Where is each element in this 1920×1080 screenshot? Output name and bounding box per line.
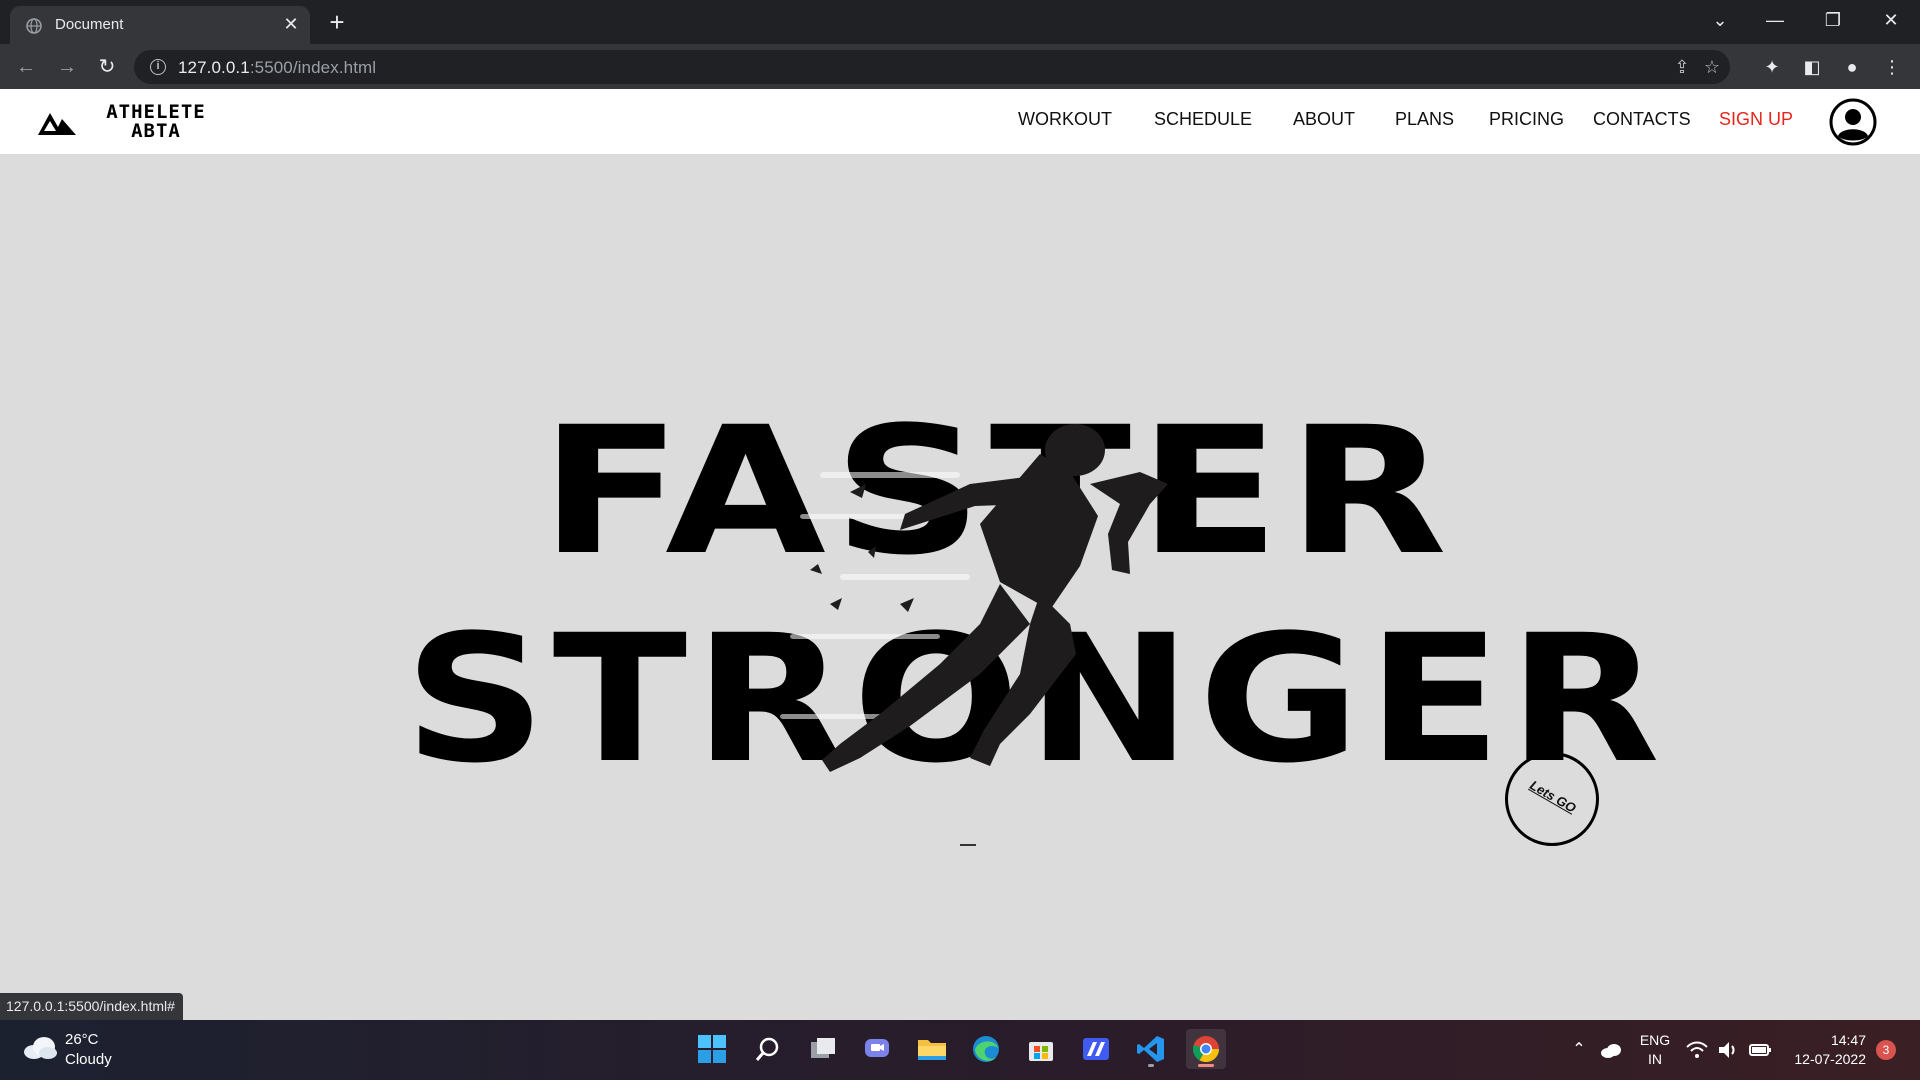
task-view-icon[interactable] (803, 1029, 843, 1069)
clock-time[interactable]: 14:47 (1780, 1032, 1866, 1048)
back-arrow-icon[interactable]: ← (12, 53, 40, 81)
app-icon[interactable] (1076, 1029, 1116, 1069)
onedrive-cloud-icon[interactable] (1599, 1038, 1623, 1062)
vscode-icon[interactable] (1131, 1029, 1171, 1069)
teams-chat-icon[interactable] (857, 1029, 897, 1069)
battery-icon[interactable] (1748, 1038, 1772, 1062)
wifi-icon[interactable] (1685, 1038, 1709, 1062)
user-avatar-icon[interactable] (1829, 98, 1877, 146)
browser-tab-bar: Document ✕ + ⌄ — ❐ ✕ (0, 0, 1920, 44)
hero-section: FASTER STRONGER Lets (0, 154, 1920, 1020)
store-icon[interactable] (1021, 1029, 1061, 1069)
side-panel-icon[interactable]: ◧ (1800, 55, 1824, 79)
app-active-indicator (1198, 1064, 1214, 1067)
clock-date[interactable]: 12-07-2022 (1780, 1051, 1866, 1067)
shards (810, 484, 914, 612)
app-running-indicator (1148, 1064, 1154, 1067)
cloud-weather-icon[interactable] (22, 1034, 58, 1062)
site-header: ATHELETE ABTA WORKOUT SCHEDULE ABOUT PLA… (0, 89, 1920, 154)
shadow-mark (960, 844, 976, 846)
nav-signup[interactable]: SIGN UP (1719, 109, 1793, 130)
chrome-icon[interactable] (1186, 1029, 1226, 1069)
link-status-bubble: 127.0.0.1:5500/index.html# (0, 993, 183, 1020)
browser-toolbar: ← → ↻ i 127.0.0.1:5500/index.html ⇪ ☆ ✦ … (0, 44, 1920, 89)
globe-icon (26, 18, 42, 34)
close-tab-icon[interactable]: ✕ (280, 13, 302, 35)
nav-plans[interactable]: PLANS (1395, 109, 1454, 130)
new-tab-button[interactable]: + (322, 8, 352, 36)
edge-icon[interactable] (966, 1029, 1006, 1069)
reload-icon[interactable]: ↻ (93, 53, 121, 81)
lets-go-button[interactable]: Lets GO (1505, 752, 1599, 846)
file-explorer-icon[interactable] (912, 1029, 952, 1069)
nav-about[interactable]: ABOUT (1293, 109, 1355, 130)
tab-search-icon[interactable]: ⌄ (1700, 6, 1740, 34)
minimize-button[interactable]: — (1755, 6, 1795, 34)
nav-contacts[interactable]: CONTACTS (1593, 109, 1691, 130)
nav-schedule[interactable]: SCHEDULE (1154, 109, 1252, 130)
share-icon[interactable]: ⇪ (1670, 56, 1694, 78)
start-icon[interactable] (692, 1029, 732, 1069)
nav-workout[interactable]: WORKOUT (1018, 109, 1112, 130)
tab-title: Document (55, 16, 124, 33)
site-info-icon[interactable]: i (150, 59, 166, 75)
region-indicator[interactable]: IN (1638, 1051, 1672, 1067)
forward-arrow-icon[interactable]: → (53, 53, 81, 81)
lets-go-label: Lets GO (1527, 777, 1579, 816)
chevron-up-icon[interactable]: ⌃ (1567, 1038, 1591, 1062)
nav-pricing[interactable]: PRICING (1489, 109, 1564, 130)
logo-mark-icon[interactable] (36, 105, 80, 137)
star-bookmark-icon[interactable]: ☆ (1700, 56, 1724, 78)
runner-illustration (780, 424, 1168, 846)
weather-temperature[interactable]: 26°C (65, 1031, 99, 1048)
weather-description[interactable]: Cloudy (65, 1051, 112, 1068)
search-icon[interactable] (748, 1029, 788, 1069)
browser-tab[interactable]: Document ✕ (10, 6, 310, 44)
extensions-icon[interactable]: ✦ (1760, 55, 1784, 79)
windows-taskbar: 26°C Cloudy ⌃ ENG IN 14:47 12-07-2022 3 (0, 1020, 1920, 1080)
close-window-button[interactable]: ✕ (1871, 6, 1911, 34)
volume-icon[interactable] (1716, 1038, 1740, 1062)
restore-button[interactable]: ❐ (1813, 6, 1853, 34)
url-text[interactable]: 127.0.0.1:5500/index.html (178, 58, 376, 78)
language-indicator[interactable]: ENG (1638, 1032, 1672, 1048)
menu-kebab-icon[interactable]: ⋮ (1880, 55, 1904, 79)
address-bar[interactable]: i 127.0.0.1:5500/index.html ⇪ ☆ (134, 50, 1730, 84)
logo-text[interactable]: ATHELETE ABTA (96, 103, 216, 141)
notification-badge[interactable]: 3 (1876, 1040, 1896, 1060)
profile-icon[interactable]: ● (1840, 55, 1864, 79)
